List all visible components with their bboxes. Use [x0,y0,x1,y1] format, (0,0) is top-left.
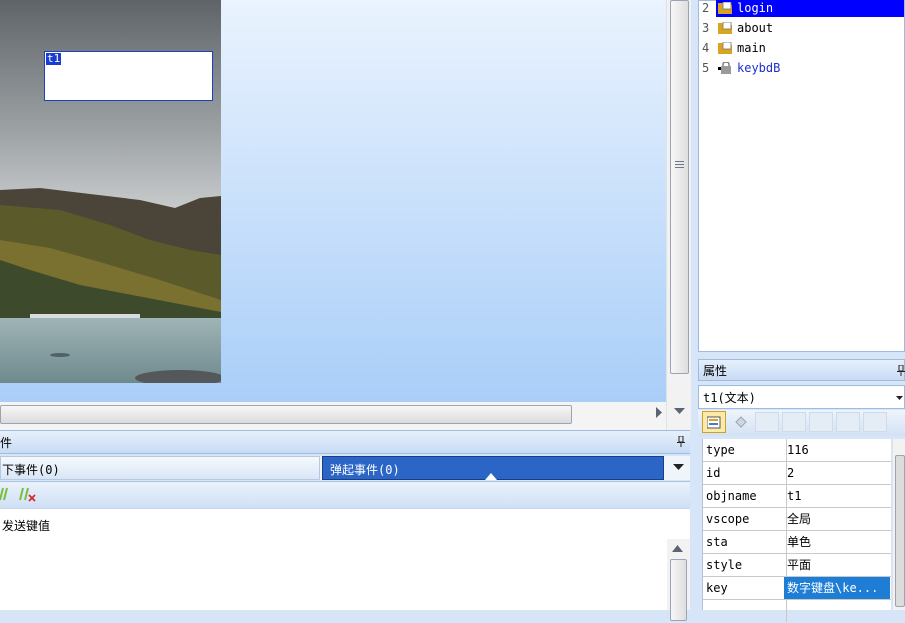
property-grid: type 116 id 2 objname t1 vscope 全局 sta 单… [702,439,891,622]
page-name: keybdB [737,61,781,75]
active-tab-marker-icon [485,473,497,480]
property-key: objname [703,485,787,507]
property-row[interactable] [703,600,891,623]
property-row[interactable]: style 平面 [703,554,891,577]
property-key: type [703,439,787,461]
property-row[interactable]: id 2 [703,462,891,485]
pin-icon[interactable] [677,436,685,447]
property-key: sta [703,531,787,553]
pin-icon[interactable] [897,365,905,376]
folder-page-icon [718,42,732,54]
property-value[interactable]: 单色 [784,531,890,553]
selected-object-label: t1(文本) [703,391,756,405]
property-value[interactable]: 116 [784,439,890,461]
lock-page-icon [718,62,731,74]
uncomment-lines-icon[interactable] [19,487,37,503]
scroll-down-arrow-icon[interactable] [674,408,685,416]
scroll-right-arrow-icon[interactable] [656,407,664,418]
page-tree-item[interactable]: 4 main [699,39,904,57]
property-grid-scrollbar[interactable] [892,439,905,610]
categorized-view-button[interactable] [702,411,726,433]
events-view-button[interactable] [730,412,752,432]
tab-key-up-events[interactable]: 弹起事件(0) [322,456,664,480]
page-number: 5 [702,61,710,75]
event-code-editor[interactable] [0,539,667,610]
property-grid-scroll-thumb[interactable] [895,455,905,607]
page-name: main [737,41,766,55]
page-number: 3 [702,21,710,35]
toolbar-button[interactable] [755,412,779,432]
toolbar-button[interactable] [782,412,806,432]
properties-title: 属性 [703,364,728,378]
textbox-t1[interactable]: t1 [44,51,213,101]
textbox-t1-label: t1 [46,52,62,65]
canvas-horizontal-scroll-thumb[interactable] [0,405,572,424]
events-toolbar [0,481,690,508]
property-value[interactable] [784,600,890,622]
code-scroll-thumb[interactable] [670,559,687,621]
tab-key-down-label: 下事件(0) [2,463,60,477]
property-value[interactable]: 2 [784,462,890,484]
property-row[interactable]: sta 单色 [703,531,891,554]
property-value[interactable]: t1 [784,485,890,507]
tab-key-down-events[interactable]: 下事件(0) [0,456,320,480]
page-tree-item[interactable]: 5 keybdB [699,59,904,77]
tab-key-up-label: 弹起事件(0) [330,463,400,477]
property-row[interactable]: type 116 [703,439,891,462]
toolbar-button[interactable] [809,412,833,432]
canvas-vertical-scroll-thumb[interactable] [670,0,689,374]
object-selector-dropdown[interactable]: t1(文本) [698,385,905,409]
page-name: about [737,21,774,35]
page-tree-item[interactable]: 3 about [699,19,904,37]
event-command-row[interactable]: 发送键值 [0,508,690,540]
tab-dropdown-arrow-icon[interactable] [673,464,684,472]
property-value[interactable]: 全局 [784,508,890,530]
properties-toolbar [698,410,905,436]
page-tree-panel: 2 login 3 about 4 main 5 keybdB [698,0,905,352]
chevron-down-icon [896,396,903,400]
comment-lines-icon[interactable] [0,487,10,501]
canvas-horizontal-scrollbar[interactable] [0,402,666,430]
property-value[interactable]: 平面 [784,554,890,576]
page-tree-item[interactable]: 2 login [699,0,904,17]
property-key: key [703,577,787,599]
property-row[interactable]: vscope 全局 [703,508,891,531]
property-key: vscope [703,508,787,530]
design-canvas[interactable]: t1 [0,0,666,402]
property-key: id [703,462,787,484]
page-name: login [737,1,774,15]
property-key [703,600,787,622]
events-tab-strip: 下事件(0) 弹起事件(0) [0,456,690,480]
property-row-selected[interactable]: key 数字键盘\ke... [703,577,891,600]
grip-icon [675,161,684,168]
sort-icon [735,416,747,428]
events-panel-title: 件 [0,436,13,450]
toolbar-button[interactable] [863,412,887,432]
events-panel-header: 件 [0,430,690,454]
canvas-vertical-scrollbar[interactable] [666,0,691,430]
event-command-text: 发送键值 [2,519,51,533]
property-row[interactable]: objname t1 [703,485,891,508]
scroll-up-arrow-icon[interactable] [672,545,683,553]
property-key: style [703,554,787,576]
page-number: 4 [702,41,710,55]
folder-page-icon [718,22,732,34]
property-value[interactable]: 数字键盘\ke... [784,577,890,599]
folder-page-icon [718,2,732,14]
code-vertical-scrollbar[interactable] [667,539,690,621]
toolbar-button[interactable] [836,412,860,432]
properties-panel-header: 属性 [698,359,905,381]
page-number: 2 [702,1,710,15]
properties-page-icon [707,416,721,429]
